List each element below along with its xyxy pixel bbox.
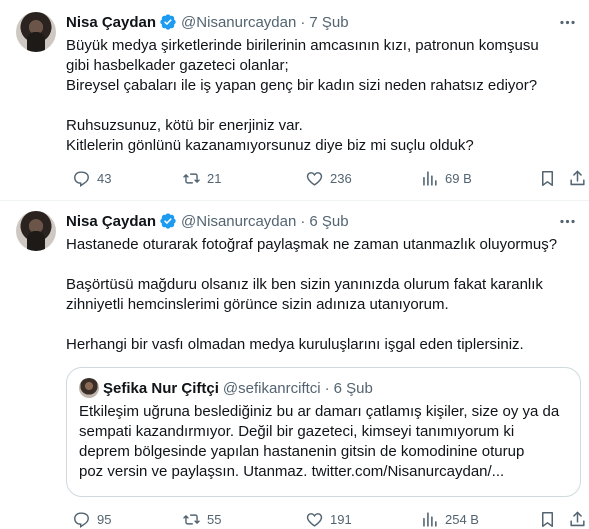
quoted-timestamp: 6 Şub <box>333 379 373 397</box>
retweet-count: 21 <box>207 170 222 186</box>
tweet[interactable]: Nisa Çaydan @Nisanurcaydan · 6 Şub Hasta… <box>0 201 589 529</box>
retweet-count: 55 <box>207 511 222 527</box>
like-button[interactable]: 236 <box>299 168 352 188</box>
tweet-line <box>66 315 576 335</box>
retweet-icon <box>182 169 201 188</box>
quoted-line: Etkileşim uğruna beslediğiniz bu ar dama… <box>79 403 560 420</box>
tweet-line: zihniyetli hemcinslerimi görünce sizin a… <box>66 296 449 313</box>
quoted-tweet[interactable]: Şefika Nur Çiftçi @sefikanrciftci · 6 Şu… <box>66 367 581 497</box>
share-icon <box>568 510 587 529</box>
views-count: 69 B <box>445 170 472 186</box>
timestamp[interactable]: 7 Şub <box>309 14 348 31</box>
action-bar: 95 55 191 254 B <box>66 509 585 529</box>
tweet-line: Büyük medya şirketlerinde birilerinin am… <box>66 37 539 54</box>
reply-count: 43 <box>97 170 112 186</box>
quoted-tweet-text: Etkileşim uğruna beslediğiniz bu ar dama… <box>79 402 574 482</box>
author-name[interactable]: Nisa Çaydan <box>66 14 156 31</box>
reply-button[interactable]: 95 <box>66 509 111 529</box>
tweet-text: Hastanede oturarak fotoğraf paylaşmak ne… <box>66 235 576 355</box>
author-handle[interactable]: @Nisanurcaydan <box>181 14 296 31</box>
tweet-line <box>66 96 576 116</box>
reply-count: 95 <box>97 511 112 527</box>
retweet-button[interactable]: 21 <box>176 168 221 188</box>
reply-icon <box>72 510 91 529</box>
tweet-line: Ruhsuzsunuz, kötü bir enerjiniz var. <box>66 117 303 134</box>
views-count: 254 B <box>445 511 479 527</box>
quoted-line: sempati kazandırmıyor. Değil bir gazetec… <box>79 423 515 440</box>
separator-dot: · <box>324 379 330 397</box>
like-button[interactable]: 191 <box>299 509 352 529</box>
tweet-line: gibi hasbelkader gazeteci olanlar; <box>66 57 289 74</box>
tweet-line: Hastanede oturarak fotoğraf paylaşmak ne… <box>66 236 558 253</box>
heart-icon <box>305 510 324 529</box>
quoted-avatar <box>79 378 99 398</box>
tweet-line <box>66 255 576 275</box>
author-handle[interactable]: @Nisanurcaydan <box>181 213 296 230</box>
reply-button[interactable]: 43 <box>66 168 111 188</box>
share-button[interactable] <box>562 509 587 529</box>
more-icon[interactable] <box>557 12 577 32</box>
tweet-line: Herhangi bir vasfı olmadan medya kuruluş… <box>66 336 524 353</box>
views-button[interactable]: 69 B <box>414 168 472 188</box>
verified-badge-icon <box>159 13 177 31</box>
avatar[interactable] <box>16 211 56 251</box>
quoted-tweet-header: Şefika Nur Çiftçi @sefikanrciftci · 6 Şu… <box>79 378 373 398</box>
tweet-line: Başörtüsü mağduru olsanız ilk ben sizin … <box>66 276 543 293</box>
bookmark-button[interactable] <box>532 168 557 188</box>
like-count: 191 <box>330 511 352 527</box>
verified-badge-icon <box>159 212 177 230</box>
separator-dot: · <box>300 13 306 31</box>
retweet-icon <box>182 510 201 529</box>
analytics-icon <box>420 510 439 529</box>
avatar[interactable] <box>16 12 56 52</box>
tweet[interactable]: Nisa Çaydan @Nisanurcaydan · 7 Şub Büyük… <box>0 0 589 200</box>
tweet-line: Bireysel çabaları ile iş yapan genç bir … <box>66 77 538 94</box>
heart-icon <box>305 169 324 188</box>
tweet-text: Büyük medya şirketlerinde birilerinin am… <box>66 36 576 156</box>
author-name[interactable]: Nisa Çaydan <box>66 213 156 230</box>
action-bar: 43 21 236 69 B <box>66 168 585 188</box>
bookmark-icon <box>538 169 557 188</box>
tweet-header: Nisa Çaydan @Nisanurcaydan · 7 Şub <box>66 12 349 32</box>
share-icon <box>568 169 587 188</box>
timestamp[interactable]: 6 Şub <box>309 213 348 230</box>
like-count: 236 <box>330 170 352 186</box>
tweet-header: Nisa Çaydan @Nisanurcaydan · 6 Şub <box>66 211 349 231</box>
quoted-author-name: Şefika Nur Çiftçi <box>103 379 219 397</box>
quoted-author-handle: @sefikanrciftci <box>222 379 321 397</box>
share-button[interactable] <box>562 168 587 188</box>
bookmark-icon <box>538 510 557 529</box>
bookmark-button[interactable] <box>532 509 557 529</box>
quoted-line: poz versin ve paylaşsın. Utanmaz. twitte… <box>79 463 505 480</box>
analytics-icon <box>420 169 439 188</box>
quoted-line: deprem bölgesinde yapılan hastanenin git… <box>79 443 525 460</box>
reply-icon <box>72 169 91 188</box>
retweet-button[interactable]: 55 <box>176 509 221 529</box>
more-icon[interactable] <box>557 211 577 231</box>
views-button[interactable]: 254 B <box>414 509 479 529</box>
tweet-line: Kitlelerin gönlünü kazanamıyorsunuz diye… <box>66 137 474 154</box>
separator-dot: · <box>300 212 306 230</box>
